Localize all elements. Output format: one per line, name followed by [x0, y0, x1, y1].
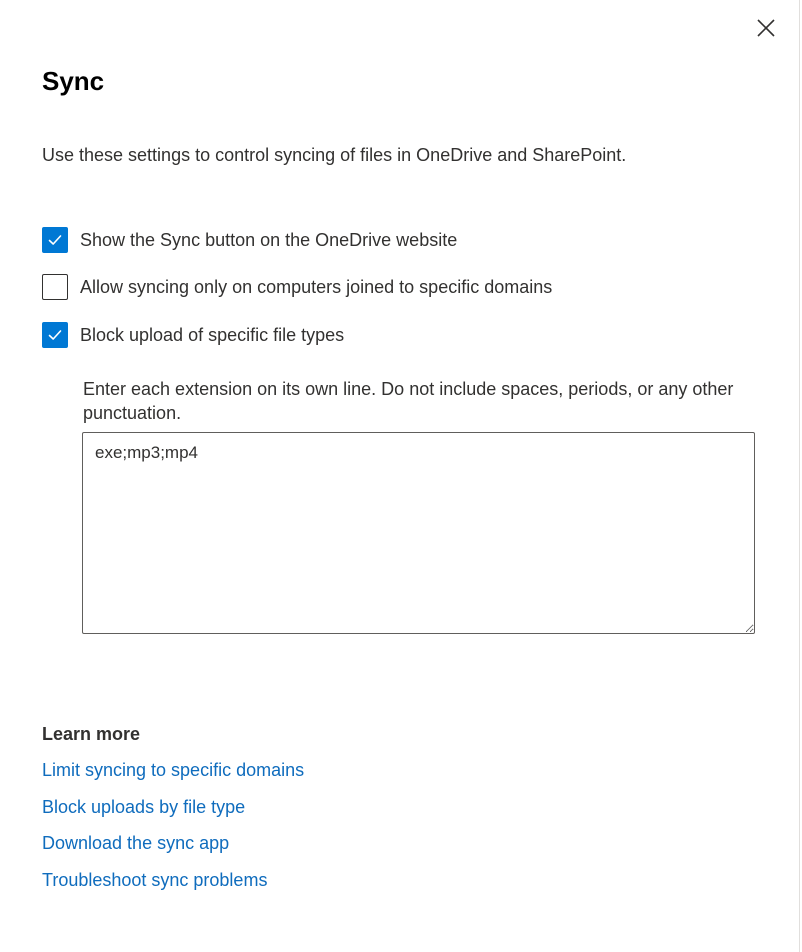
- allow-syncing-domains-checkbox[interactable]: Allow syncing only on computers joined t…: [42, 274, 552, 300]
- checkmark-icon: [48, 235, 62, 245]
- checkbox-unchecked-box[interactable]: [42, 274, 68, 300]
- learn-more-heading: Learn more: [42, 724, 141, 744]
- file-types-textarea[interactable]: exe;mp3;mp4: [82, 432, 755, 634]
- close-icon: [757, 19, 775, 37]
- link-troubleshoot-sync[interactable]: Troubleshoot sync problems: [42, 868, 267, 892]
- show-sync-button-checkbox[interactable]: Show the Sync button on the OneDrive web…: [42, 227, 457, 253]
- checkbox-checked-box[interactable]: [42, 322, 68, 348]
- link-limit-syncing-domains[interactable]: Limit syncing to specific domains: [42, 758, 304, 782]
- file-types-instructions: Enter each extension on its own line. Do…: [83, 379, 734, 423]
- checkmark-icon: [48, 330, 62, 340]
- link-block-uploads-file-type[interactable]: Block uploads by file type: [42, 795, 245, 819]
- checkbox-label: Show the Sync button on the OneDrive web…: [80, 230, 458, 250]
- link-download-sync-app[interactable]: Download the sync app: [42, 831, 229, 855]
- page-title: Sync: [42, 66, 105, 96]
- checkbox-checked-box[interactable]: [42, 227, 68, 253]
- block-upload-file-types-checkbox[interactable]: Block upload of specific file types: [42, 322, 344, 348]
- checkbox-label: Block upload of specific file types: [80, 325, 345, 345]
- close-button[interactable]: [750, 12, 782, 44]
- checkbox-label: Allow syncing only on computers joined t…: [80, 277, 553, 297]
- panel-description: Use these settings to control syncing of…: [42, 145, 627, 165]
- sync-settings-panel: Sync Use these settings to control synci…: [0, 0, 800, 952]
